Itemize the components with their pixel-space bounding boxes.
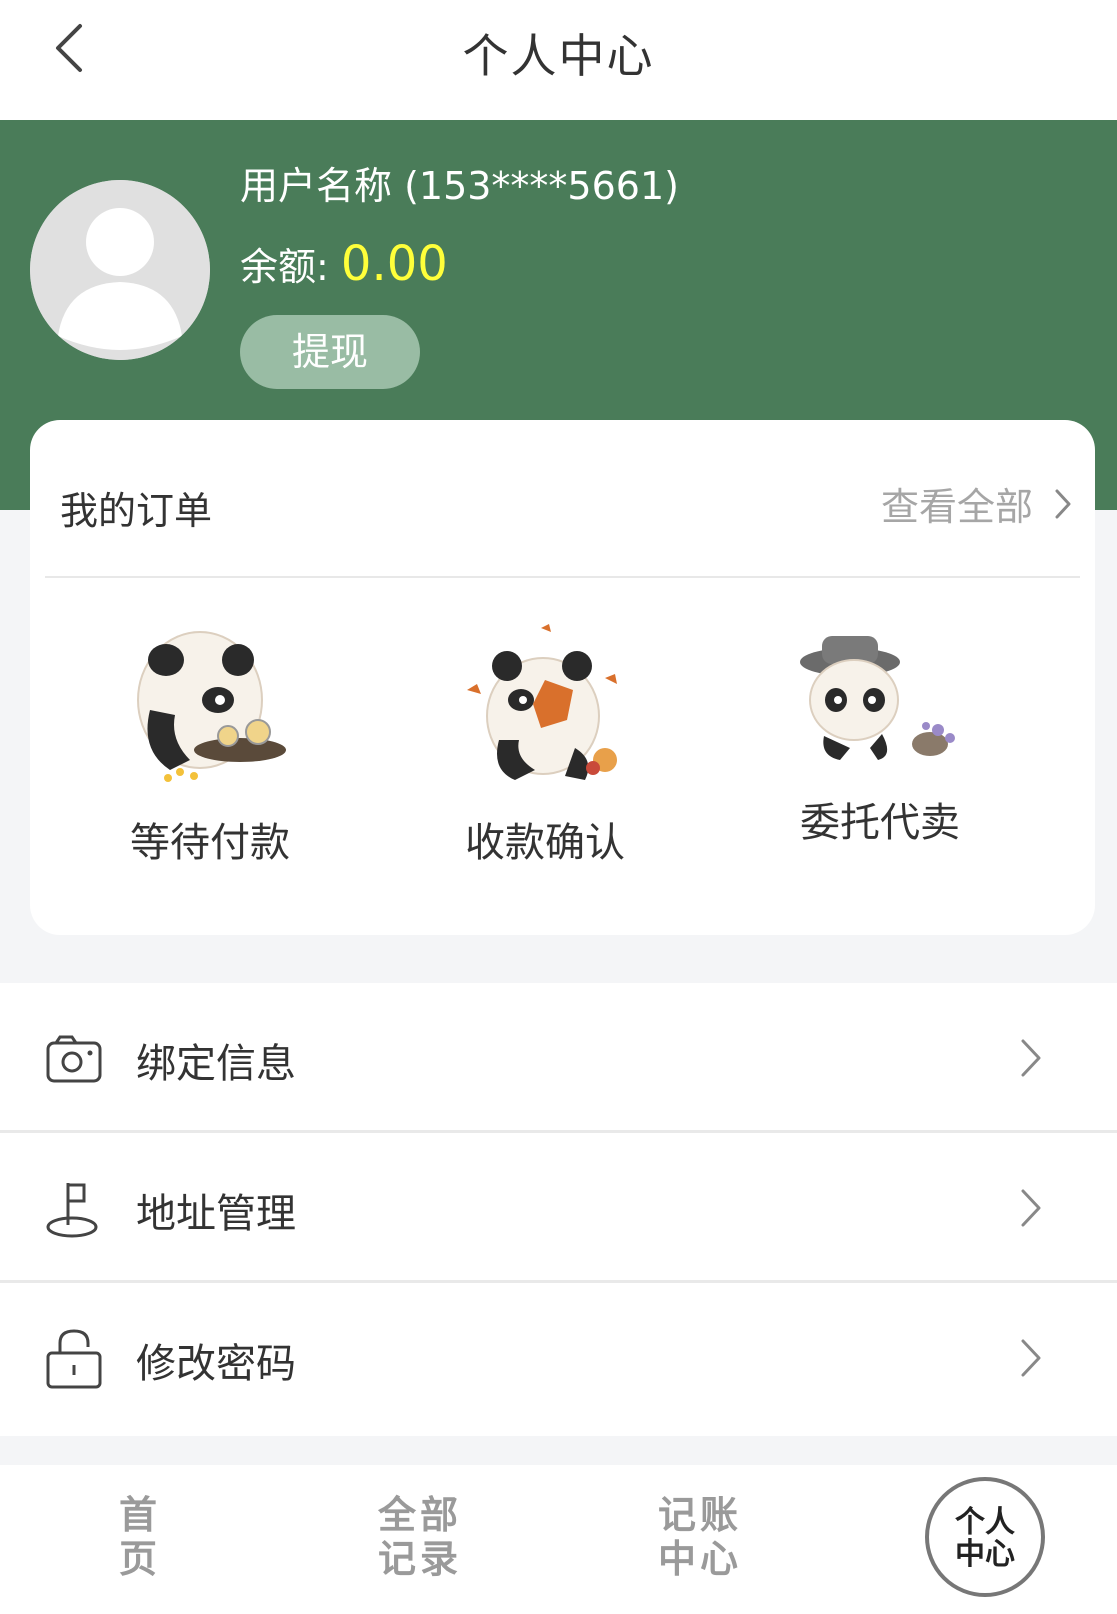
order-payment-confirm[interactable]: 收款确认 (415, 620, 675, 868)
chevron-right-icon (1021, 1189, 1041, 1227)
order-label: 委托代卖 (800, 800, 960, 846)
menu-label: 绑定信息 (136, 1041, 296, 1087)
lock-icon (46, 1329, 102, 1389)
tab-all-records[interactable]: 全部 记录 (350, 1493, 490, 1581)
tab-label-line: 中心 (657, 1536, 742, 1581)
chevron-right-icon (1021, 1339, 1041, 1377)
tab-personal-center[interactable]: 个人 中心 (925, 1477, 1045, 1597)
flag-location-icon (46, 1183, 98, 1238)
divider (45, 576, 1080, 578)
balance-value: 0.00 (340, 236, 448, 292)
tab-home[interactable]: 首 页 (70, 1493, 210, 1581)
order-consignment[interactable]: 委托代卖 (750, 620, 1010, 848)
camera-icon (46, 1035, 102, 1083)
tab-label-line: 记录 (377, 1536, 462, 1581)
order-pending-payment[interactable]: 等待付款 (80, 620, 340, 868)
view-all-orders-link[interactable]: 查看全部 (881, 476, 1071, 531)
tab-label-line: 首 (118, 1492, 161, 1537)
top-nav-bar: 个人中心 (0, 0, 1117, 120)
username-text: 用户名称 (153****5661) (240, 164, 679, 208)
settings-menu: 绑定信息 地址管理 修改密码 (0, 983, 1117, 1436)
orders-title: 我的订单 (60, 489, 213, 533)
tab-label-line: 个人 (955, 1505, 1015, 1540)
balance-row: 余额: 0.00 (240, 236, 448, 292)
panda-hat-icon (800, 636, 955, 760)
menu-item-bind-info[interactable]: 绑定信息 (0, 983, 1117, 1133)
panda-tea-icon (137, 631, 286, 782)
page-title: 个人中心 (462, 29, 655, 83)
tab-label-line: 中心 (955, 1537, 1015, 1572)
menu-label: 修改密码 (136, 1341, 296, 1387)
bottom-tab-bar: 首 页 全部 记录 记账 中心 个人 中心 (0, 1465, 1117, 1614)
chevron-right-icon (1055, 489, 1071, 518)
panda-leaf-icon (467, 624, 617, 780)
orders-card: 我的订单 查看全部 等待付款 收款确认 委托代卖 (30, 420, 1095, 935)
chevron-right-icon (1021, 1039, 1041, 1077)
withdraw-button[interactable]: 提现 (240, 315, 420, 389)
tab-label-line: 页 (118, 1536, 161, 1581)
menu-label: 地址管理 (136, 1191, 296, 1237)
avatar[interactable] (30, 180, 210, 360)
tab-accounting-center[interactable]: 记账 中心 (630, 1493, 770, 1581)
menu-item-change-password[interactable]: 修改密码 (0, 1283, 1117, 1436)
order-label: 收款确认 (465, 820, 625, 866)
user-silhouette-icon (30, 180, 210, 360)
balance-label: 余额: (240, 245, 329, 289)
tab-label-line: 记账 (657, 1492, 742, 1537)
order-label: 等待付款 (130, 820, 290, 866)
menu-item-address[interactable]: 地址管理 (0, 1133, 1117, 1283)
tab-label-line: 全部 (377, 1492, 462, 1537)
view-all-label: 查看全部 (880, 485, 1033, 529)
